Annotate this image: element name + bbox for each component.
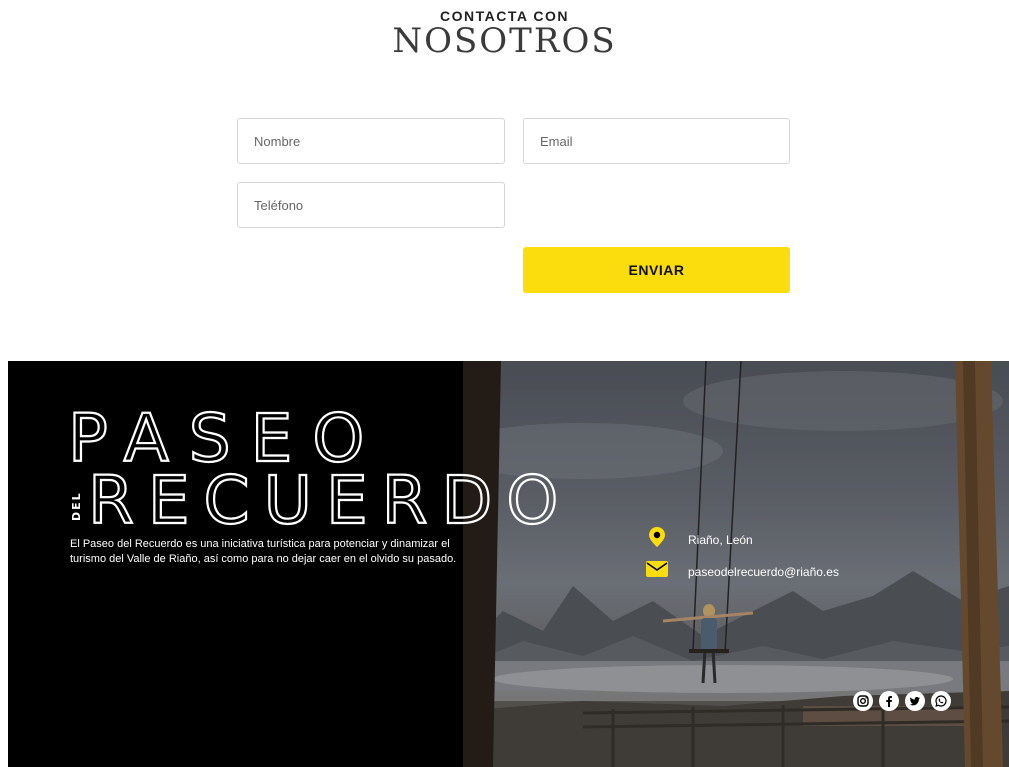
footer-tagline: El Paseo del Recuerdo es una iniciativa …	[70, 538, 457, 565]
logo-prefix: DEL	[70, 491, 83, 521]
twitter-icon[interactable]	[905, 691, 925, 711]
page: CONTACTA CON NOSOTROS ENVIAR	[0, 0, 1009, 767]
logo-line2: RECUERDO	[88, 462, 572, 539]
send-button[interactable]: ENVIAR	[523, 247, 790, 293]
paseo-del-recuerdo-logo: PASEO DEL RECUERDO	[67, 401, 572, 540]
location-text: Riaño, León	[688, 532, 753, 547]
envelope-icon	[646, 561, 668, 582]
email-field[interactable]	[523, 118, 790, 164]
instagram-icon[interactable]	[853, 691, 873, 711]
location-row: Riaño, León	[646, 526, 753, 553]
facebook-icon[interactable]	[879, 691, 899, 711]
contact-heading: CONTACTA CON NOSOTROS	[0, 8, 1009, 58]
email-row[interactable]: paseodelrecuerdo@riaño.es	[646, 561, 839, 582]
footer: PASEO DEL RECUERDO El Paseo del Recuerdo…	[8, 361, 1009, 767]
map-pin-icon	[646, 526, 668, 553]
social-links	[853, 691, 951, 711]
whatsapp-icon[interactable]	[931, 691, 951, 711]
phone-field[interactable]	[237, 182, 505, 228]
contact-heading-big: NOSOTROS	[392, 21, 617, 61]
name-field[interactable]	[237, 118, 505, 164]
email-text[interactable]: paseodelrecuerdo@riaño.es	[688, 565, 839, 579]
